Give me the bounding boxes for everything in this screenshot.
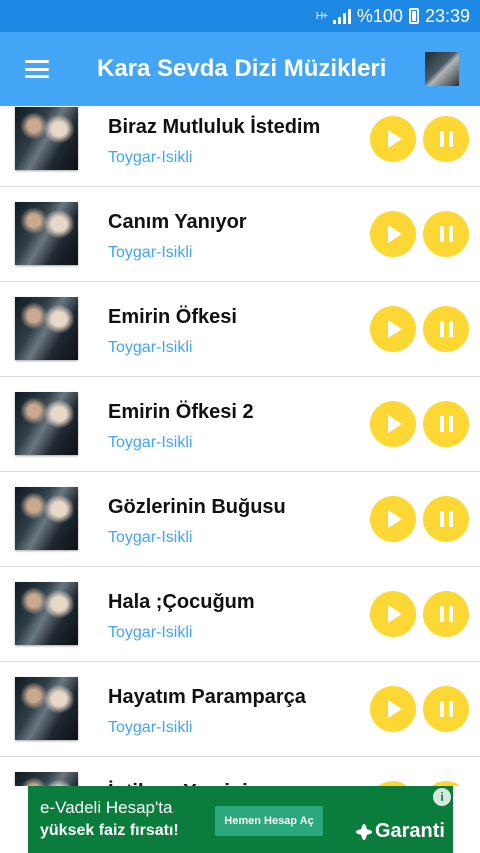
song-row[interactable]: İntikam YeminiToygar-Isikli <box>0 757 480 786</box>
battery-icon <box>408 8 419 24</box>
pause-button[interactable] <box>423 401 469 447</box>
pause-button[interactable] <box>423 306 469 352</box>
song-thumbnail <box>15 297 78 360</box>
song-thumbnail <box>15 677 78 740</box>
ad-cta-button[interactable]: Hemen Hesap Aç <box>215 806 323 836</box>
hamburger-menu-icon[interactable] <box>25 60 49 78</box>
ad-brand-name: Garanti <box>374 820 445 842</box>
song-title: Biraz Mutluluk İstedim <box>108 116 321 138</box>
song-thumbnail <box>15 392 78 455</box>
ad-brand: Garanti <box>355 820 445 843</box>
play-button[interactable] <box>370 116 416 162</box>
play-button[interactable] <box>370 686 416 732</box>
song-row[interactable]: Hala ;Çocuğum Toygar-Isikli <box>0 567 480 662</box>
pause-icon <box>439 701 453 717</box>
play-icon <box>388 605 402 623</box>
song-thumbnail <box>15 202 78 265</box>
pause-button[interactable] <box>423 591 469 637</box>
play-button[interactable] <box>370 496 416 542</box>
pause-icon <box>439 606 453 622</box>
song-artist: Toygar-Isikli <box>108 149 193 166</box>
song-row[interactable]: Gözlerinin Buğusu Toygar-Isikli <box>0 472 480 567</box>
pause-icon <box>439 416 453 432</box>
signal-icon <box>332 8 351 24</box>
app-bar: Kara Sevda Dizi Müzikleri <box>0 32 480 106</box>
play-button[interactable] <box>370 591 416 637</box>
album-art-icon[interactable] <box>425 52 459 86</box>
pause-button[interactable] <box>423 686 469 732</box>
ad-headline: e-Vadeli Hesap'ta <box>40 798 173 817</box>
song-thumbnail <box>15 487 78 550</box>
song-title: Emirin Öfkesi <box>108 306 237 328</box>
song-artist: Toygar-Isikli <box>108 624 193 641</box>
song-artist: Toygar-Isikli <box>108 529 193 546</box>
play-button[interactable] <box>370 211 416 257</box>
song-title: Gözlerinin Buğusu <box>108 496 286 518</box>
song-row[interactable]: Emirin Öfkesi 2 Toygar-Isikli <box>0 377 480 472</box>
play-icon <box>388 700 402 718</box>
song-artist: Toygar-Isikli <box>108 339 193 356</box>
song-thumbnail <box>15 107 78 170</box>
song-artist: Toygar-Isikli <box>108 434 193 451</box>
play-button[interactable] <box>370 306 416 352</box>
pause-icon <box>439 131 453 147</box>
play-icon <box>388 510 402 528</box>
battery-percent: %100 <box>356 5 403 26</box>
ad-subheadline: yüksek faiz fırsatı! <box>40 822 179 839</box>
song-title: Canım Yanıyor <box>108 211 247 233</box>
song-row[interactable]: Emirin Öfkesi Toygar-Isikli <box>0 282 480 377</box>
status-bar: H+ %100 23:39 <box>0 0 480 32</box>
play-icon <box>388 130 402 148</box>
pause-button[interactable] <box>423 116 469 162</box>
app-title: Kara Sevda Dizi Müzikleri <box>97 55 387 82</box>
network-type-icon: H+ <box>315 10 328 22</box>
play-icon <box>388 225 402 243</box>
song-artist: Toygar-Isikli <box>108 244 193 261</box>
ad-banner[interactable]: e-Vadeli Hesap'ta yüksek faiz fırsatı! H… <box>28 786 453 853</box>
play-icon <box>388 320 402 338</box>
song-title: Hala ;Çocuğum <box>108 591 255 613</box>
pause-icon <box>439 226 453 242</box>
garanti-logo-icon <box>355 823 372 840</box>
play-button[interactable] <box>370 401 416 447</box>
song-artist: Toygar-Isikli <box>108 719 193 736</box>
clock: 23:39 <box>424 5 470 26</box>
pause-button[interactable] <box>423 211 469 257</box>
ad-info-icon[interactable]: i <box>433 788 451 806</box>
song-title: Hayatım Paramparça <box>108 686 306 708</box>
song-row[interactable]: Canım Yanıyor Toygar-Isikli <box>0 187 480 282</box>
song-list[interactable]: Biraz Mutluluk İstedim Toygar-Isikli Canım… <box>0 106 480 786</box>
song-row[interactable]: Biraz Mutluluk İstedim Toygar-Isikli <box>0 106 480 187</box>
pause-icon <box>439 511 453 527</box>
play-icon <box>388 415 402 433</box>
song-title: Emirin Öfkesi 2 <box>108 401 254 423</box>
song-row[interactable]: Hayatım Paramparça Toygar-Isikli <box>0 662 480 757</box>
pause-icon <box>439 321 453 337</box>
pause-button[interactable] <box>423 496 469 542</box>
song-thumbnail <box>15 582 78 645</box>
song-thumbnail <box>15 772 78 786</box>
